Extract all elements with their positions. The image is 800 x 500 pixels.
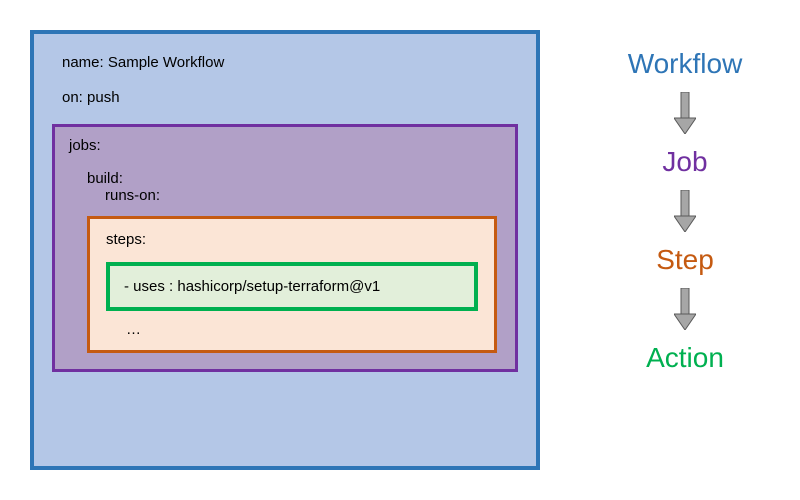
action-box: - uses : hashicorp/setup-terraform@v1 bbox=[106, 262, 478, 311]
arrow-down-icon bbox=[674, 288, 696, 330]
steps-box: steps: - uses : hashicorp/setup-terrafor… bbox=[87, 216, 497, 353]
workflow-box: name: Sample Workflow on: push jobs: bui… bbox=[30, 30, 540, 470]
action-line: - uses : hashicorp/setup-terraform@v1 bbox=[124, 278, 380, 295]
workflow-name-line: name: Sample Workflow bbox=[52, 54, 518, 71]
build-line: build: bbox=[69, 170, 501, 187]
jobs-box: jobs: build: runs-on: steps: - uses : ha… bbox=[52, 124, 518, 372]
steps-label: steps: bbox=[106, 231, 478, 248]
legend: Workflow Job Step Action bbox=[600, 48, 770, 374]
legend-action: Action bbox=[646, 342, 724, 374]
legend-job: Job bbox=[662, 146, 707, 178]
jobs-label: jobs: bbox=[69, 137, 501, 154]
runs-on-line: runs-on: bbox=[69, 187, 501, 204]
legend-workflow: Workflow bbox=[628, 48, 743, 80]
workflow-on-line: on: push bbox=[52, 89, 518, 106]
legend-step: Step bbox=[656, 244, 714, 276]
ellipsis: … bbox=[106, 321, 478, 338]
arrow-down-icon bbox=[674, 190, 696, 232]
arrow-down-icon bbox=[674, 92, 696, 134]
